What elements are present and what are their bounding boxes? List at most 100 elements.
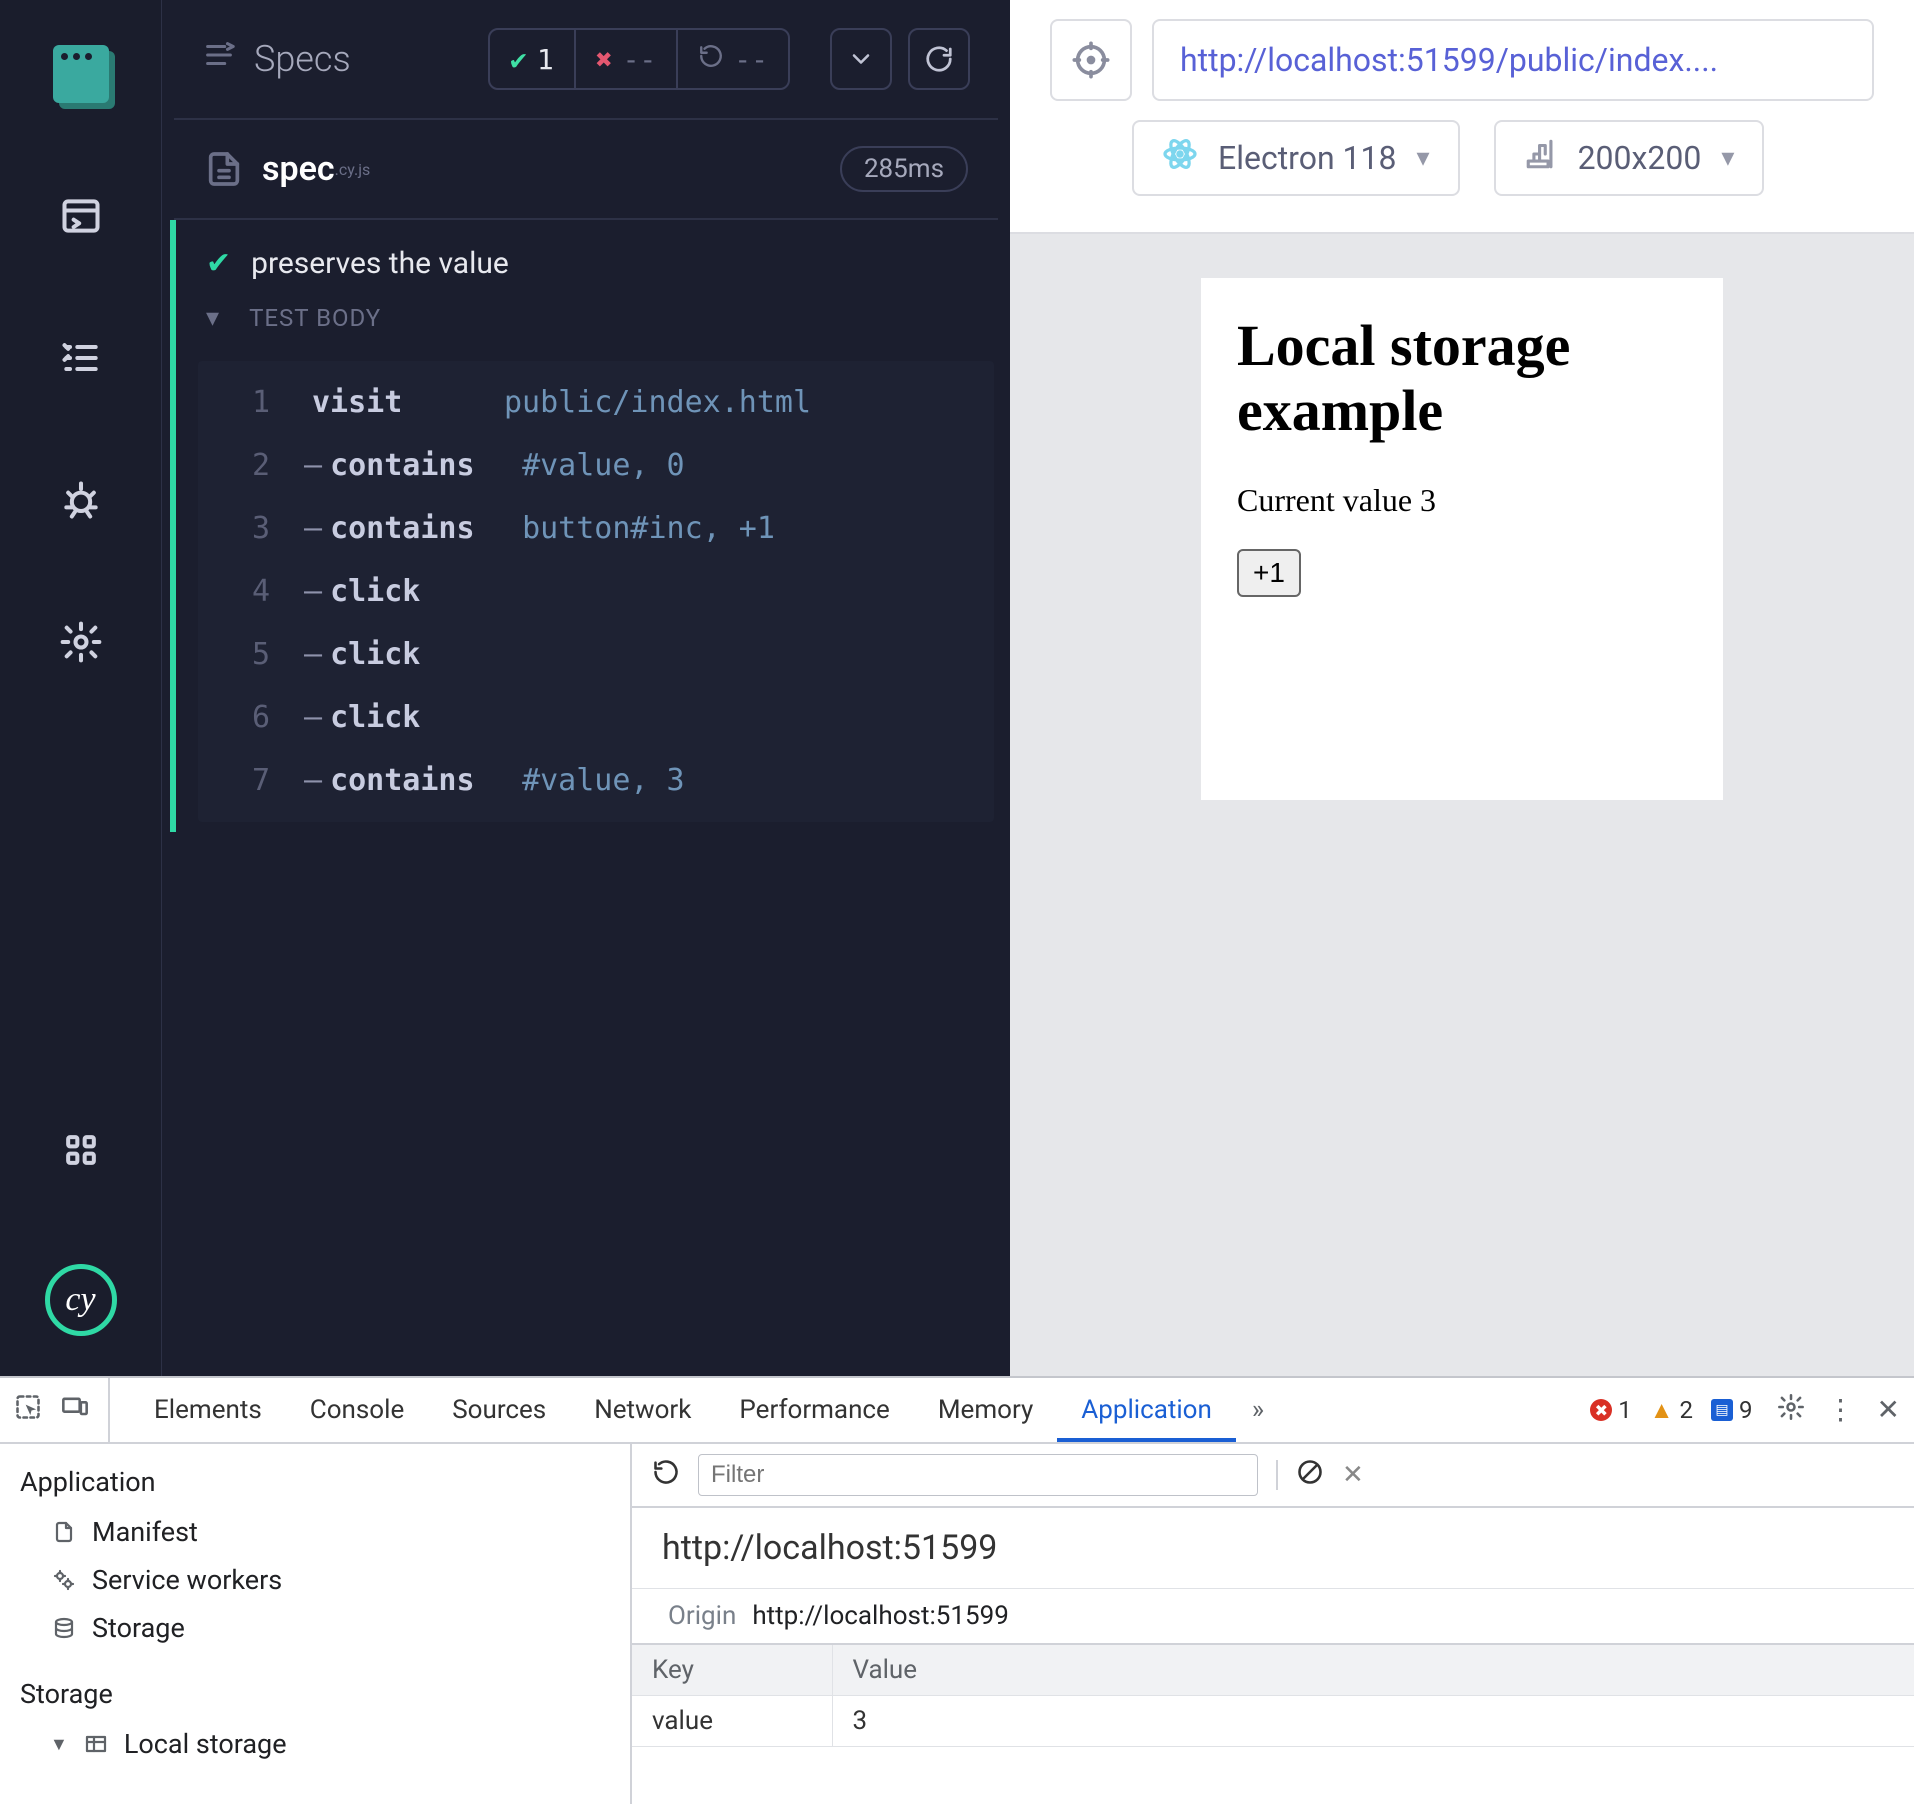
refresh-icon[interactable] bbox=[652, 1458, 680, 1493]
cmd-name: click bbox=[330, 637, 500, 672]
application-sidebar: Application Manifest Service workers Sto… bbox=[0, 1444, 632, 1804]
storage-address: http://localhost:51599 bbox=[632, 1508, 1914, 1588]
localstorage-table: Key Value value3 bbox=[632, 1645, 1914, 1747]
pending-icon bbox=[698, 43, 724, 76]
viewport-selector[interactable]: 200x200 ▾ bbox=[1494, 120, 1765, 196]
command-row[interactable]: 2–contains #value, 0 bbox=[198, 434, 994, 497]
command-row[interactable]: 1visitpublic/index.html bbox=[198, 371, 994, 434]
runs-icon[interactable] bbox=[53, 188, 109, 244]
selector-playground-button[interactable] bbox=[1050, 19, 1132, 101]
spec-file-ext: .cy.js bbox=[335, 160, 371, 179]
chevron-down-icon[interactable]: ▾ bbox=[206, 303, 219, 333]
cypress-logo-icon[interactable]: cy bbox=[45, 1264, 117, 1336]
devtools-tab-network[interactable]: Network bbox=[570, 1378, 715, 1442]
filter-input[interactable] bbox=[698, 1454, 1258, 1496]
chevron-down-icon: ▾ bbox=[1721, 143, 1734, 173]
reporter-panel: Specs ✔1 ✖-- -- spec.cy.js 285ms ✔ prese… bbox=[162, 0, 1010, 1376]
debug-icon[interactable] bbox=[53, 472, 109, 528]
cmd-args: #value, 0 bbox=[522, 448, 685, 483]
cmd-dash: – bbox=[304, 763, 322, 798]
devtools-tabbar: ElementsConsoleSourcesNetworkPerformance… bbox=[0, 1378, 1914, 1444]
command-row[interactable]: 3–containsbutton#inc, +1 bbox=[198, 497, 994, 560]
fail-icon: ✖ bbox=[596, 43, 613, 76]
cmd-name: contains bbox=[330, 763, 500, 798]
increment-button[interactable]: +1 bbox=[1237, 549, 1301, 597]
cmd-name: contains bbox=[330, 511, 500, 546]
command-row[interactable]: 4–click bbox=[198, 560, 994, 623]
gears-icon bbox=[50, 1566, 78, 1594]
inspect-icon[interactable] bbox=[14, 1393, 42, 1428]
cmd-number: 4 bbox=[222, 574, 270, 609]
aut-iframe: Local storage example Current value 3 +1 bbox=[1201, 278, 1723, 800]
nav-rail: cy bbox=[0, 0, 162, 1376]
devtools-close-icon[interactable]: ✕ bbox=[1877, 1393, 1900, 1428]
aut-preview-panel: http://localhost:51599/public/index.... … bbox=[1010, 0, 1914, 1376]
storage-origin: Originhttp://localhost:51599 bbox=[632, 1588, 1914, 1645]
sidebar-storage[interactable]: Storage bbox=[20, 1608, 610, 1648]
command-row[interactable]: 7–contains#value, 3 bbox=[198, 749, 994, 812]
device-icon[interactable] bbox=[60, 1393, 90, 1428]
rerun-button[interactable] bbox=[908, 28, 970, 90]
test-title: preserves the value bbox=[251, 246, 509, 281]
test-block: ✔ preserves the value ▾ TEST BODY 1visit… bbox=[170, 220, 1010, 832]
command-row[interactable]: 6–click bbox=[198, 686, 994, 749]
command-row[interactable]: 5–click bbox=[198, 623, 994, 686]
sidebar-service-workers[interactable]: Service workers bbox=[20, 1560, 610, 1600]
collapse-icon[interactable] bbox=[202, 38, 236, 81]
keyboard-icon[interactable] bbox=[53, 1122, 109, 1178]
col-value[interactable]: Value bbox=[832, 1645, 1914, 1696]
pass-icon: ✔ bbox=[510, 43, 527, 76]
cmd-number: 5 bbox=[222, 637, 270, 672]
table-icon bbox=[82, 1730, 110, 1758]
devtools-settings-icon[interactable] bbox=[1777, 1393, 1805, 1428]
aut-url[interactable]: http://localhost:51599/public/index.... bbox=[1152, 19, 1874, 101]
database-icon bbox=[50, 1614, 78, 1642]
sidebar-local-storage[interactable]: ▼Local storage bbox=[20, 1724, 610, 1764]
file-icon bbox=[50, 1518, 78, 1546]
file-icon bbox=[204, 149, 244, 189]
test-title-row[interactable]: ✔ preserves the value bbox=[176, 220, 1010, 299]
col-key[interactable]: Key bbox=[632, 1645, 832, 1696]
issue-counts[interactable]: ✖1 ▲2 ▤9 bbox=[1590, 1396, 1752, 1425]
browser-selector[interactable]: Electron 118 ▾ bbox=[1132, 120, 1460, 196]
chevron-down-button[interactable] bbox=[830, 28, 892, 90]
devtools-tab-memory[interactable]: Memory bbox=[914, 1378, 1057, 1442]
devtools: ElementsConsoleSourcesNetworkPerformance… bbox=[0, 1376, 1914, 1804]
devtools-tab-console[interactable]: Console bbox=[286, 1378, 428, 1442]
cmd-number: 2 bbox=[222, 448, 270, 483]
error-icon: ✖ bbox=[1590, 1399, 1612, 1421]
warn-icon: ▲ bbox=[1650, 1396, 1674, 1425]
pass-count: 1 bbox=[537, 43, 554, 76]
cmd-args: button#inc, +1 bbox=[522, 511, 775, 546]
cmd-args: #value, 3 bbox=[522, 763, 685, 798]
devtools-menu-icon[interactable]: ⋮ bbox=[1827, 1393, 1855, 1428]
app-current-value: Current value 3 bbox=[1237, 482, 1687, 519]
expand-icon: ▼ bbox=[50, 1734, 68, 1755]
checklist-icon[interactable] bbox=[53, 330, 109, 386]
devtools-tab-performance[interactable]: Performance bbox=[715, 1378, 913, 1442]
cmd-name: contains bbox=[330, 448, 500, 483]
spec-file-name: spec bbox=[262, 149, 335, 189]
block-icon[interactable] bbox=[1296, 1458, 1324, 1493]
cypress-app: cy Specs ✔1 ✖-- -- spec. bbox=[0, 0, 1914, 1376]
cmd-number: 6 bbox=[222, 700, 270, 735]
application-main: ✕ http://localhost:51599 Originhttp://lo… bbox=[632, 1444, 1914, 1804]
clear-icon[interactable]: ✕ bbox=[1342, 1460, 1364, 1490]
logo-icon[interactable] bbox=[53, 46, 109, 102]
devtools-tab-application[interactable]: Application bbox=[1057, 1378, 1236, 1442]
devtools-tab-sources[interactable]: Sources bbox=[428, 1378, 570, 1442]
more-tabs-button[interactable]: » bbox=[1236, 1395, 1280, 1425]
cmd-dash: – bbox=[304, 448, 322, 483]
cmd-args: public/index.html bbox=[504, 385, 811, 420]
viewport-label: 200x200 bbox=[1578, 139, 1702, 177]
table-row[interactable]: value3 bbox=[632, 1696, 1914, 1747]
cmd-name: visit bbox=[312, 385, 482, 420]
specs-header: Specs ✔1 ✖-- -- bbox=[174, 0, 998, 120]
settings-icon[interactable] bbox=[53, 614, 109, 670]
devtools-tab-elements[interactable]: Elements bbox=[130, 1378, 286, 1442]
cmd-dash: – bbox=[304, 574, 322, 609]
spec-file-row[interactable]: spec.cy.js 285ms bbox=[174, 120, 998, 220]
section-application: Application bbox=[20, 1466, 610, 1498]
browser-label: Electron 118 bbox=[1218, 139, 1397, 177]
sidebar-manifest[interactable]: Manifest bbox=[20, 1512, 610, 1552]
